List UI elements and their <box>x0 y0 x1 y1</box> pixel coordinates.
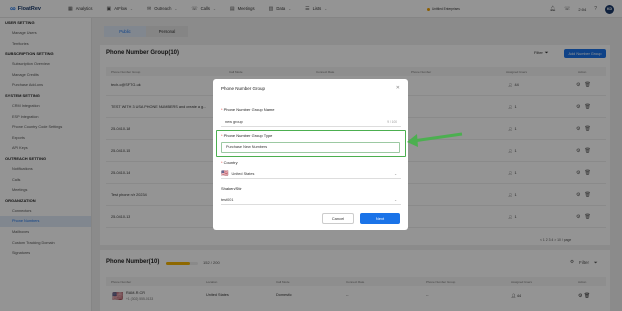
char-counter: 9 / 100 <box>387 120 397 124</box>
chevron-down-icon: ⌄ <box>394 198 397 202</box>
chevron-down-icon: ⌄ <box>394 172 397 176</box>
annotation-arrow-icon <box>407 132 463 147</box>
shaken-stir-value: test001 <box>221 198 234 202</box>
shaken-stir-label: Shaken/Stir <box>221 186 242 191</box>
country-select[interactable]: 🇺🇸 United States ⌄ <box>221 169 401 179</box>
next-button[interactable]: Next <box>360 213 400 224</box>
cancel-button[interactable]: Cancel <box>322 213 354 224</box>
country-label-text: Country <box>223 160 238 165</box>
shaken-stir-select[interactable]: test001 ⌄ <box>221 195 401 205</box>
group-name-input[interactable]: new group 9 / 100 <box>221 117 401 127</box>
country-value: United States <box>231 172 255 176</box>
us-flag-icon: 🇺🇸 <box>221 171 229 177</box>
modal-title: Phone Number Group <box>221 86 266 91</box>
group-type-select[interactable]: Purchase New Numbers <box>221 142 400 153</box>
group-name-value: new group <box>225 120 243 124</box>
group-name-label: *Phone Number Group Name <box>221 107 274 112</box>
required-marker: * <box>221 160 223 165</box>
close-icon[interactable]: ✕ <box>396 85 400 91</box>
required-marker: * <box>221 107 223 112</box>
group-type-value: Purchase New Numbers <box>226 145 268 149</box>
group-name-label-text: Phone Number Group Name <box>223 107 275 112</box>
country-label: *Country <box>221 160 238 165</box>
